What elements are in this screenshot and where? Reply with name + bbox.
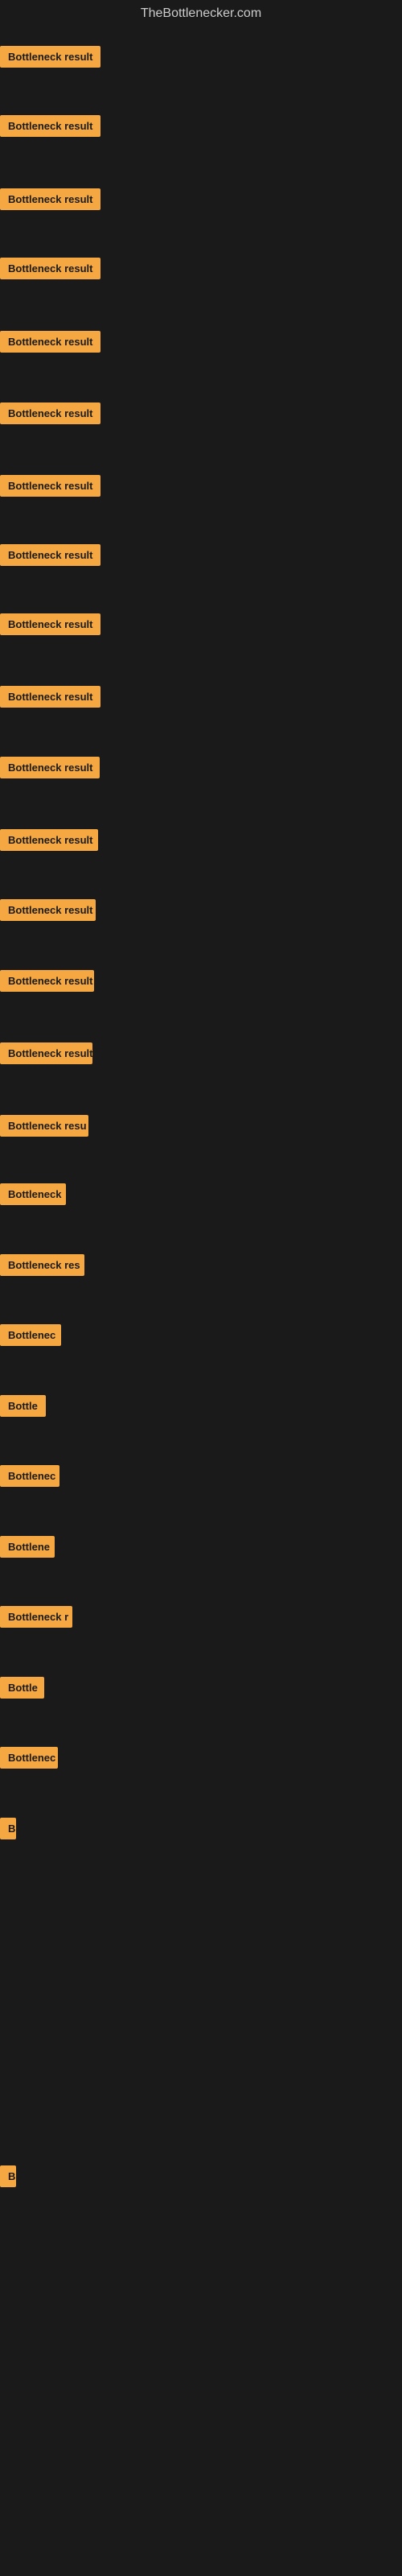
bottleneck-badge: Bottleneck result	[0, 829, 98, 851]
bottleneck-item: Bottleneck r	[0, 1606, 72, 1632]
bottleneck-badge: Bottlenec	[0, 1465, 59, 1487]
site-title: TheBottlenecker.com	[0, 0, 402, 24]
bottleneck-item: Bottleneck	[0, 1183, 66, 1209]
bottleneck-item: Bottleneck result	[0, 899, 96, 925]
bottleneck-item: Bottleneck result	[0, 115, 100, 141]
bottleneck-badge: Bottleneck result	[0, 613, 100, 635]
bottleneck-badge: Bottleneck result	[0, 331, 100, 353]
bottleneck-item: Bottleneck result	[0, 258, 100, 283]
bottleneck-badge: Bottleneck result	[0, 115, 100, 137]
bottleneck-item: Bottleneck result	[0, 46, 100, 72]
bottleneck-badge: Bottlenec	[0, 1324, 61, 1346]
bottleneck-item: Bottlene	[0, 1536, 55, 1562]
bottleneck-badge: Bottleneck	[0, 1183, 66, 1205]
bottleneck-item: Bottleneck resu	[0, 1115, 88, 1141]
bottleneck-item: Bottleneck result	[0, 1042, 92, 1068]
bottleneck-badge: Bottleneck resu	[0, 1115, 88, 1137]
bottleneck-badge: Bottleneck result	[0, 1042, 92, 1064]
bottleneck-item: Bottlenec	[0, 1465, 59, 1491]
bottleneck-badge: Bottleneck result	[0, 258, 100, 279]
bottleneck-badge: Bottleneck result	[0, 686, 100, 708]
bottleneck-item: Bottleneck result	[0, 970, 94, 996]
bottleneck-badge: Bottleneck r	[0, 1606, 72, 1628]
bottleneck-badge: Bottle	[0, 1677, 44, 1699]
bottleneck-item: Bottleneck result	[0, 188, 100, 214]
bottleneck-item: Bottleneck result	[0, 475, 100, 501]
bottleneck-item: Bottleneck result	[0, 686, 100, 712]
bottleneck-badge: Bottleneck result	[0, 46, 100, 68]
bottleneck-badge: Bottleneck result	[0, 970, 94, 992]
bottleneck-badge: Bottleneck result	[0, 402, 100, 424]
bottleneck-item: B	[0, 2165, 16, 2191]
page-header: TheBottlenecker.com	[0, 0, 402, 24]
bottleneck-badge: Bottleneck result	[0, 475, 100, 497]
bottleneck-badge: Bottle	[0, 1395, 46, 1417]
bottleneck-item: Bottleneck result	[0, 829, 98, 855]
bottleneck-item: B	[0, 1818, 16, 1843]
bottleneck-badge: Bottleneck result	[0, 899, 96, 921]
bottleneck-badge: Bottleneck result	[0, 188, 100, 210]
bottleneck-badge: Bottlenec	[0, 1747, 58, 1769]
bottleneck-badge: B	[0, 2165, 16, 2187]
bottleneck-item: Bottlenec	[0, 1324, 61, 1350]
bottleneck-badge: Bottleneck res	[0, 1254, 84, 1276]
bottleneck-item: Bottleneck res	[0, 1254, 84, 1280]
bottleneck-item: Bottleneck result	[0, 613, 100, 639]
bottleneck-item: Bottleneck result	[0, 757, 100, 782]
bottleneck-item: Bottlenec	[0, 1747, 58, 1773]
bottleneck-badge: Bottlene	[0, 1536, 55, 1558]
bottleneck-badge: Bottleneck result	[0, 544, 100, 566]
bottleneck-item: Bottle	[0, 1677, 44, 1703]
bottleneck-item: Bottleneck result	[0, 331, 100, 357]
bottleneck-item: Bottleneck result	[0, 544, 100, 570]
bottleneck-item: Bottleneck result	[0, 402, 100, 428]
bottleneck-item: Bottle	[0, 1395, 46, 1421]
bottleneck-badge: Bottleneck result	[0, 757, 100, 778]
bottleneck-badge: B	[0, 1818, 16, 1839]
